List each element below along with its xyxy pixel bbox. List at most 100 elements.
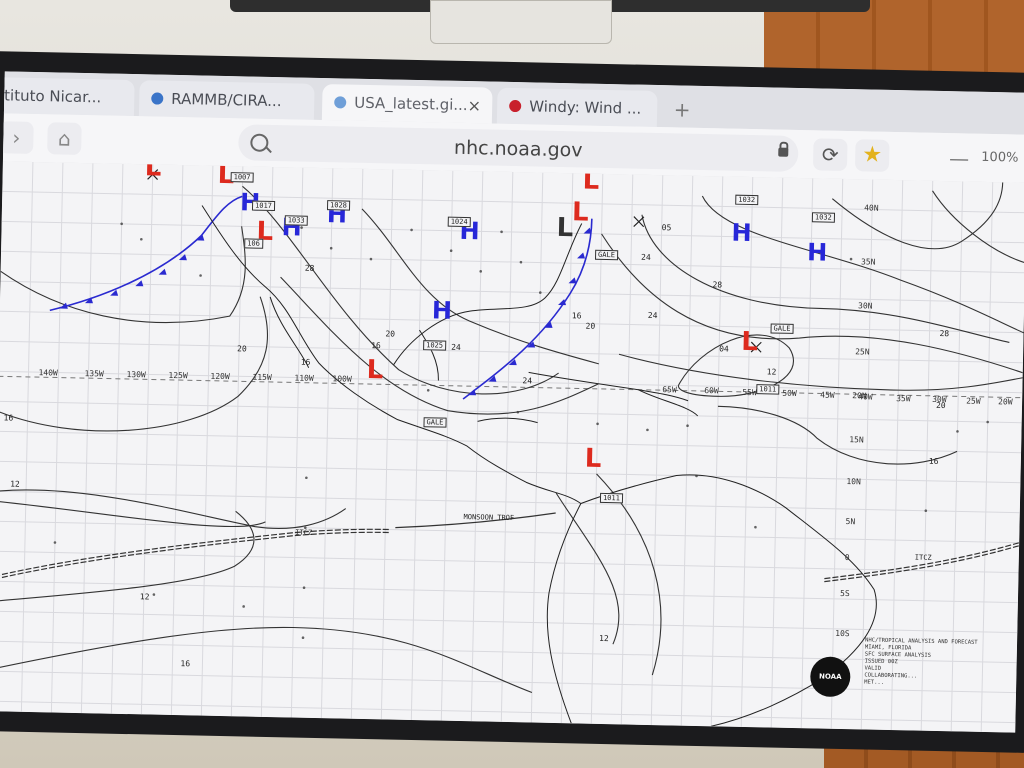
gale-label: GALE [770, 323, 794, 334]
low-pressure-center: L [584, 443, 602, 474]
longitude-label: 140W [38, 368, 58, 378]
map-credit-block: NHC/TROPICAL ANALYSIS AND FORECAST MIAMI… [864, 637, 1015, 689]
image-icon [334, 96, 347, 109]
isobar-value: 16 [928, 456, 939, 466]
pressure-value: 1032 [735, 194, 759, 206]
bookmark-star-icon[interactable]: ★ [854, 139, 890, 172]
reload-button[interactable]: ⟳ [812, 138, 848, 172]
pressure-value: 1033 [284, 215, 308, 226]
new-tab-button[interactable]: + [668, 97, 696, 122]
longitude-label: 35W [896, 394, 911, 404]
isobar-value: 04 [719, 344, 729, 354]
itcz-label: ITCZ [295, 528, 313, 537]
pressure-value: 1017 [251, 200, 276, 212]
home-button[interactable]: ⌂ [47, 122, 82, 155]
isobar-value: 20 [236, 344, 247, 354]
isobar-value: 28 [939, 328, 950, 339]
webcam-unit [430, 0, 612, 44]
longitude-label: 55W [742, 387, 757, 398]
pressure-value: 1025 [423, 340, 447, 351]
latitude-label: 35N [860, 257, 876, 267]
gale-label: GALE [594, 249, 619, 261]
zoom-out-button[interactable]: — [949, 146, 969, 170]
tab-instituto[interactable]: stituto Nicar... [0, 76, 135, 117]
surface-analysis-map[interactable]: H H H H H H H L L L L L L L L L 1007 101… [0, 161, 1024, 733]
longitude-label: 115W [252, 372, 272, 383]
pressure-value: 1032 [811, 212, 835, 223]
latitude-label: 40N [864, 203, 879, 213]
pressure-value: 1007 [230, 172, 254, 183]
latitude-label: 5S [839, 588, 850, 599]
isobar-value: 20 [935, 400, 946, 411]
itcz-label: ITCZ [914, 553, 932, 562]
pressure-value: 1011 [599, 492, 623, 504]
tab-rammb[interactable]: RAMMB/CIRA... [138, 80, 315, 120]
longitude-label: 110W [294, 373, 314, 383]
latitude-label: 25N [855, 347, 870, 357]
isobar-value: 05 [661, 223, 672, 233]
longitude-label: 50W [782, 388, 797, 399]
isobar-value: 28 [712, 280, 723, 290]
isobar-value: 16 [3, 413, 14, 423]
globe-icon [151, 92, 164, 105]
isobar-value: 12 [766, 367, 777, 377]
zoom-level: 100% [981, 149, 1019, 166]
latitude-label: 30N [857, 301, 873, 311]
tab-title: USA_latest.gi... [354, 93, 468, 115]
latitude-label: 10S [835, 628, 850, 639]
latitude-label: 20N [852, 391, 867, 401]
low-pressure-center: L [571, 197, 589, 228]
high-pressure-center: H [806, 238, 828, 267]
high-pressure-center: H [431, 296, 453, 325]
isobar-value: 28 [304, 263, 315, 273]
longitude-label: 25W [966, 396, 981, 406]
longitude-label: 20W [998, 397, 1013, 407]
pressure-value: 106 [244, 238, 264, 249]
isobar-value: 16 [180, 659, 191, 669]
isobar-value: 20 [385, 329, 396, 339]
lock-icon[interactable] [778, 147, 789, 157]
address-bar[interactable]: nhc.noaa.gov [238, 124, 799, 172]
isobar-value: 24 [451, 342, 461, 352]
longitude-label: 120W [210, 371, 230, 382]
low-pressure-center: L [366, 354, 384, 386]
pressure-value: 1024 [447, 216, 471, 228]
longitude-label: 60W [704, 386, 719, 396]
longitude-label: 130W [126, 369, 146, 380]
pressure-value: 1011 [756, 384, 780, 395]
isobar-value: 12 [10, 479, 20, 489]
tab-title: RAMMB/CIRA... [171, 89, 282, 111]
latitude-label: 0 [844, 553, 850, 563]
tab-title: Windy: Wind ... [529, 97, 642, 118]
windy-icon [509, 99, 522, 113]
monitor: stituto Nicar... RAMMB/CIRA... USA_lates… [0, 50, 1024, 754]
isobar-value: 24 [522, 376, 533, 386]
tab-title: stituto Nicar... [0, 86, 102, 107]
isobar-value: 16 [571, 311, 582, 321]
isobar-value: 12 [139, 592, 150, 602]
longitude-label: 135W [84, 369, 104, 379]
latitude-label: 5N [845, 517, 856, 527]
isobar-value: 20 [585, 321, 596, 331]
high-pressure-center: H [731, 218, 752, 248]
longitude-label: 45W [820, 390, 835, 400]
low-pressure-center: L [144, 161, 162, 183]
tab-windy[interactable]: Windy: Wind ... [496, 87, 658, 128]
isobar-value: 24 [647, 310, 658, 321]
isobar-value: 16 [300, 357, 311, 367]
tab-usa-latest[interactable]: USA_latest.gi... × [321, 84, 493, 124]
pressure-value: 1028 [326, 200, 351, 211]
close-tab-icon[interactable]: × [467, 96, 481, 115]
isobar-value: 16 [371, 341, 381, 351]
latitude-label: 15N [849, 435, 864, 445]
low-pressure-center: L [740, 326, 759, 358]
screen: stituto Nicar... RAMMB/CIRA... USA_lates… [0, 71, 1024, 733]
isobar-value: 12 [598, 633, 609, 644]
monsoon-trough-label: MONSOON TROF [463, 513, 515, 523]
gale-label: GALE [423, 417, 447, 428]
latitude-label: 10N [846, 477, 861, 487]
isobar-value: 24 [640, 252, 651, 262]
longitude-label: 100W [332, 374, 352, 384]
forward-button[interactable]: › [0, 121, 34, 154]
url-text: nhc.noaa.gov [453, 136, 583, 162]
